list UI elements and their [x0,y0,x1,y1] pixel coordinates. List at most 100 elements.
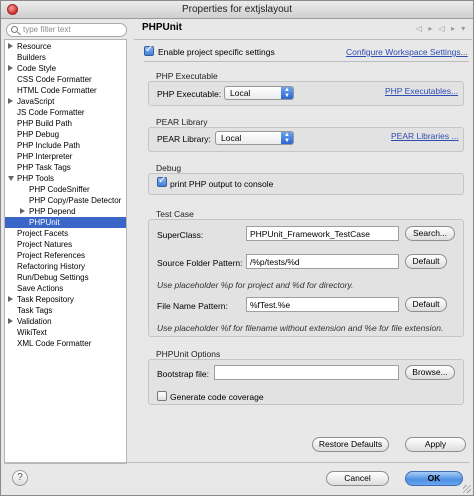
tree-item[interactable]: WikiText [5,327,126,338]
file-name-input[interactable]: %fTest.%e [246,297,399,312]
apply-button[interactable]: Apply [405,437,466,452]
coverage-checkbox[interactable] [157,391,167,401]
tree-item-label: PHP Task Tags [17,163,71,172]
tree-item[interactable]: Builders [5,52,126,63]
file-name-label: File Name Pattern: [157,301,228,311]
default-button-filename[interactable]: Default [405,297,447,312]
tree-item[interactable]: PHP Tools [5,173,126,184]
source-folder-label: Source Folder Pattern: [157,258,243,268]
collapsed-arrow-icon[interactable] [8,296,13,302]
restore-defaults-button[interactable]: Restore Defaults [312,437,389,452]
tree-item-label: Validation [17,317,52,326]
tree-item-label: CSS Code Formatter [17,75,92,84]
tree-item-label: JS Code Formatter [17,108,85,117]
history-nav-icons[interactable]: ◁ ▸ ◁ ▸ ▾ [416,24,468,34]
filter-input[interactable]: type filter text [6,23,127,37]
tree-item[interactable]: Refactoring History [5,261,126,272]
collapsed-arrow-icon[interactable] [8,98,13,104]
collapsed-arrow-icon[interactable] [8,318,13,324]
phpunit-options-group-title: PHPUnit Options [156,349,221,359]
php-executable-value: Local [230,88,251,98]
tree-item-label: XML Code Formatter [17,339,92,348]
tree-item-label: Task Tags [17,306,53,315]
tree-item[interactable]: JavaScript [5,96,126,107]
help-icon[interactable]: ? [12,470,28,486]
tree-item-label: Code Style [17,64,57,73]
enable-specific-checkbox[interactable] [144,44,154,56]
tree-item[interactable]: Code Style [5,63,126,74]
page-title: PHPUnit [142,22,182,33]
tree-item-label: Project Natures [17,240,73,249]
tree-item[interactable]: PHP Build Path [5,118,126,129]
filter-placeholder: type filter text [23,25,71,34]
tree-item[interactable]: PHP Task Tags [5,162,126,173]
tree-item[interactable]: Project References [5,250,126,261]
tree-item-label: PHP Debug [17,130,60,139]
tree-item[interactable]: PHP Interpreter [5,151,126,162]
tree-item[interactable]: HTML Code Formatter [5,85,126,96]
tree-item[interactable]: PHP CodeSniffer [5,184,126,195]
tree-item[interactable]: PHP Copy/Paste Detector [5,195,126,206]
window-title: Properties for extjslayout [181,4,293,15]
expanded-arrow-icon[interactable] [8,176,14,181]
tree-item[interactable]: PHP Debug [5,129,126,140]
tree-item[interactable]: Task Repository [5,294,126,305]
tree-item[interactable]: CSS Code Formatter [5,74,126,85]
print-output-checkbox[interactable] [157,175,167,187]
collapsed-arrow-icon[interactable] [20,208,25,214]
tree-item-label: JavaScript [17,97,55,106]
configure-workspace-link[interactable]: Configure Workspace Settings... [346,47,468,57]
tree-item[interactable]: PHP Include Path [5,140,126,151]
tree-item-label: Builders [17,53,46,62]
php-executables-link[interactable]: PHP Executables... [385,86,458,96]
bootstrap-input[interactable] [214,365,399,380]
pear-library-select[interactable]: Local ▲ ▼ [215,131,294,145]
source-folder-input[interactable]: /%p/tests/%d [246,254,399,269]
tree-item[interactable]: PHPUnit [5,217,126,228]
tree-item[interactable]: Save Actions [5,283,126,294]
superclass-label: SuperClass: [157,230,204,240]
pear-libraries-link[interactable]: PEAR Libraries ... [391,131,459,141]
properties-dialog: Properties for extjslayout type filter t… [0,0,474,496]
search-icon [11,26,18,33]
coverage-label: Generate code coverage [170,392,264,402]
select-arrows-icon: ▲ ▼ [281,132,293,144]
collapsed-arrow-icon[interactable] [8,43,13,49]
default-button-source[interactable]: Default [405,254,447,269]
tree-item-label: Project Facets [17,229,69,238]
resize-grip-icon[interactable] [463,485,471,493]
php-executable-label: PHP Executable: [157,89,222,99]
tree-item-label: PHP CodeSniffer [29,185,90,194]
test-case-group-title: Test Case [156,209,194,219]
bootstrap-label: Bootstrap file: [157,369,209,379]
tree-item[interactable]: XML Code Formatter [5,338,126,349]
tree-item[interactable]: Task Tags [5,305,126,316]
tree-item[interactable]: Run/Debug Settings [5,272,126,283]
tree-item-label: HTML Code Formatter [17,86,97,95]
browse-button[interactable]: Browse... [405,365,455,380]
tree-item[interactable]: Resource [5,41,126,52]
tree-item[interactable]: Validation [5,316,126,327]
tree-item-label: Run/Debug Settings [17,273,89,282]
php-executable-select[interactable]: Local ▲ ▼ [224,86,294,100]
collapsed-arrow-icon[interactable] [8,65,13,71]
cancel-button[interactable]: Cancel [326,471,389,486]
file-name-hint: Use placeholder %f for filename without … [157,323,444,333]
tree-item-label: PHP Tools [17,174,55,183]
pear-library-value: Local [221,133,242,143]
superclass-input[interactable]: PHPUnit_Framework_TestCase [246,226,399,241]
tree-item-label: PHP Copy/Paste Detector [29,196,122,205]
tree-item-label: PHP Depend [29,207,76,216]
tree-item[interactable]: Project Facets [5,228,126,239]
tree-item-label: PHP Build Path [17,119,72,128]
ok-button[interactable]: OK [405,471,463,486]
tree-item-label: Task Repository [17,295,74,304]
php-executable-group-title: PHP Executable [156,71,218,81]
tree-item-label: Resource [17,42,52,51]
tree-item[interactable]: PHP Depend [5,206,126,217]
tree-item[interactable]: Project Natures [5,239,126,250]
property-tree[interactable]: Resource Builders Code Style CSS Code Forma… [4,39,127,464]
tree-item[interactable]: JS Code Formatter [5,107,126,118]
search-button[interactable]: Search... [405,226,455,241]
tree-item-label: Save Actions [17,284,64,293]
